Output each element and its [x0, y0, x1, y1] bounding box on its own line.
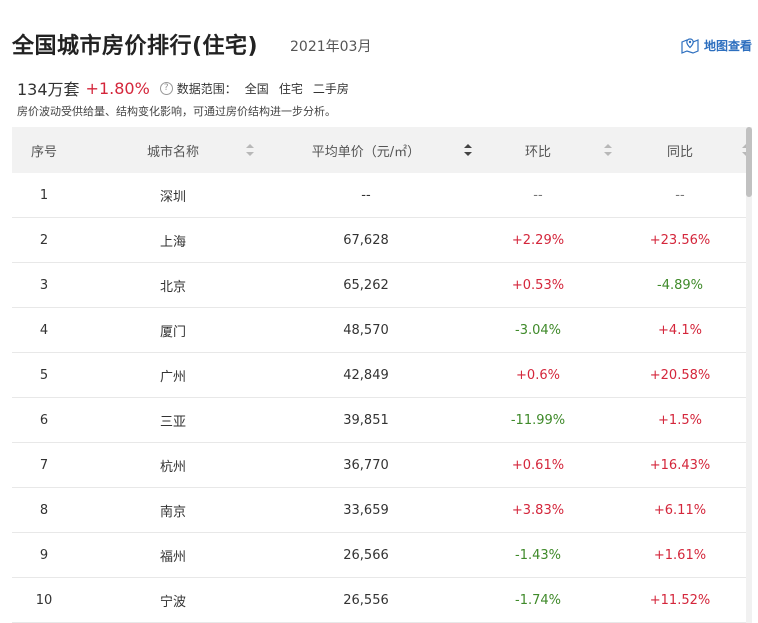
row-rank: 9: [39, 547, 49, 563]
row-city: 南京: [159, 504, 186, 520]
col-mom-label: 环比: [524, 144, 551, 160]
row-yoy: +20.58%: [649, 367, 711, 383]
scope-type: 住宅: [278, 81, 303, 96]
row-mom: -1.43%: [515, 547, 561, 563]
scope-region: 全国: [244, 81, 269, 96]
row-city: 上海: [159, 234, 186, 250]
row-yoy: +1.5%: [658, 412, 702, 428]
table-row[interactable]: 6 三亚 39,851 -11.99% +1.5%: [12, 398, 746, 443]
row-mom: +0.6%: [516, 367, 560, 383]
scope-market: 二手房: [312, 81, 349, 96]
row-city: 杭州: [159, 459, 186, 475]
row-yoy: +16.43%: [649, 457, 711, 473]
map-view-label: 地图查看: [703, 38, 752, 53]
col-yoy[interactable]: 同比: [614, 141, 750, 160]
table-row[interactable]: 10 宁波 26,556 -1.74% +11.52%: [12, 578, 746, 623]
row-yoy: +1.61%: [653, 547, 707, 563]
row-price: 36,770: [343, 457, 389, 473]
row-yoy: +6.11%: [653, 502, 707, 518]
row-price: 67,628: [343, 232, 389, 248]
table-row[interactable]: 9 福州 26,566 -1.43% +1.61%: [12, 533, 746, 578]
row-mom: -11.99%: [510, 412, 566, 428]
row-mom: --: [533, 187, 543, 203]
row-city: 福州: [159, 549, 186, 565]
row-yoy: +23.56%: [649, 232, 711, 248]
total-count: 134万套: [17, 80, 80, 99]
table-row[interactable]: 7 杭州 36,770 +0.61% +16.43%: [12, 443, 746, 488]
scope-label: 数据范围：: [176, 81, 237, 96]
table-row[interactable]: 3 北京 65,262 +0.53% -4.89%: [12, 263, 746, 308]
table-row[interactable]: 5 广州 42,849 +0.6% +20.58%: [12, 353, 746, 398]
row-price: 39,851: [343, 412, 389, 428]
price-note: 房价波动受供给量、结构变化影响，可通过房价结构进一步分析。: [17, 105, 336, 118]
row-yoy: --: [675, 187, 685, 203]
report-date: 2021年03月: [290, 39, 372, 55]
table-row[interactable]: 8 南京 33,659 +3.83% +6.11%: [12, 488, 746, 533]
city-ranking-table: 序号 城市名称 平均单价（元/㎡） 环比 同比 1 深圳 -- -- -- 2 上海 67,6…: [12, 127, 750, 623]
row-mom: +0.53%: [511, 277, 565, 293]
sort-mom-icon[interactable]: [604, 144, 612, 156]
row-yoy: -4.89%: [657, 277, 703, 293]
row-mom: +3.83%: [511, 502, 565, 518]
table-row[interactable]: 1 深圳 -- -- --: [12, 173, 746, 218]
row-city: 厦门: [159, 324, 186, 340]
row-price: 33,659: [343, 502, 389, 518]
row-city: 广州: [159, 369, 186, 385]
table-header: 序号 城市名称 平均单价（元/㎡） 环比 同比: [12, 127, 750, 173]
row-city: 深圳: [159, 189, 186, 205]
row-yoy: +4.1%: [658, 322, 702, 338]
row-rank: 4: [39, 322, 49, 338]
help-icon[interactable]: ?: [159, 81, 173, 95]
row-price: 65,262: [343, 277, 389, 293]
map-view-link[interactable]: 地图查看: [680, 36, 752, 54]
row-rank: 10: [35, 592, 53, 608]
table-body: 1 深圳 -- -- -- 2 上海 67,628 +2.29% +23.56% 3 北京 65,262…: [12, 173, 746, 623]
col-city[interactable]: 城市名称: [76, 141, 270, 160]
col-price[interactable]: 平均单价（元/㎡）: [270, 141, 472, 160]
row-city: 宁波: [159, 594, 186, 610]
table-row[interactable]: 4 厦门 48,570 -3.04% +4.1%: [12, 308, 746, 353]
row-rank: 8: [39, 502, 49, 518]
table-row[interactable]: 2 上海 67,628 +2.29% +23.56%: [12, 218, 746, 263]
row-rank: 6: [39, 412, 49, 428]
row-city: 北京: [159, 279, 186, 295]
row-mom: -3.04%: [515, 322, 561, 338]
row-mom: +0.61%: [511, 457, 565, 473]
row-price: 26,556: [343, 592, 389, 608]
row-price: 26,566: [343, 547, 389, 563]
row-mom: -1.74%: [515, 592, 561, 608]
summary-bar: 134万套 +1.80% ? 数据范围： 全国 住宅 二手房: [17, 76, 359, 100]
scrollbar-thumb[interactable]: [746, 127, 752, 197]
row-rank: 5: [39, 367, 49, 383]
page-title: 全国城市房价排行(住宅): [12, 34, 259, 59]
row-price: --: [361, 187, 371, 203]
row-mom: +2.29%: [511, 232, 565, 248]
col-price-label: 平均单价（元/㎡）: [311, 144, 421, 160]
col-rank: 序号: [30, 144, 57, 160]
map-pin-icon: [681, 38, 699, 54]
total-change: +1.80%: [85, 78, 150, 98]
row-rank: 7: [39, 457, 49, 473]
row-yoy: +11.52%: [649, 592, 711, 608]
page-header: 全国城市房价排行(住宅) 2021年03月 地图查看: [12, 28, 752, 64]
row-rank: 3: [39, 277, 49, 293]
sort-city-icon[interactable]: [246, 144, 254, 156]
row-price: 42,849: [343, 367, 389, 383]
col-city-label: 城市名称: [146, 144, 199, 160]
row-rank: 1: [39, 187, 49, 203]
col-yoy-label: 同比: [666, 144, 693, 160]
scrollbar[interactable]: [746, 127, 752, 623]
row-city: 三亚: [159, 414, 186, 430]
row-price: 48,570: [343, 322, 389, 338]
col-mom[interactable]: 环比: [462, 141, 614, 160]
row-rank: 2: [39, 232, 49, 248]
